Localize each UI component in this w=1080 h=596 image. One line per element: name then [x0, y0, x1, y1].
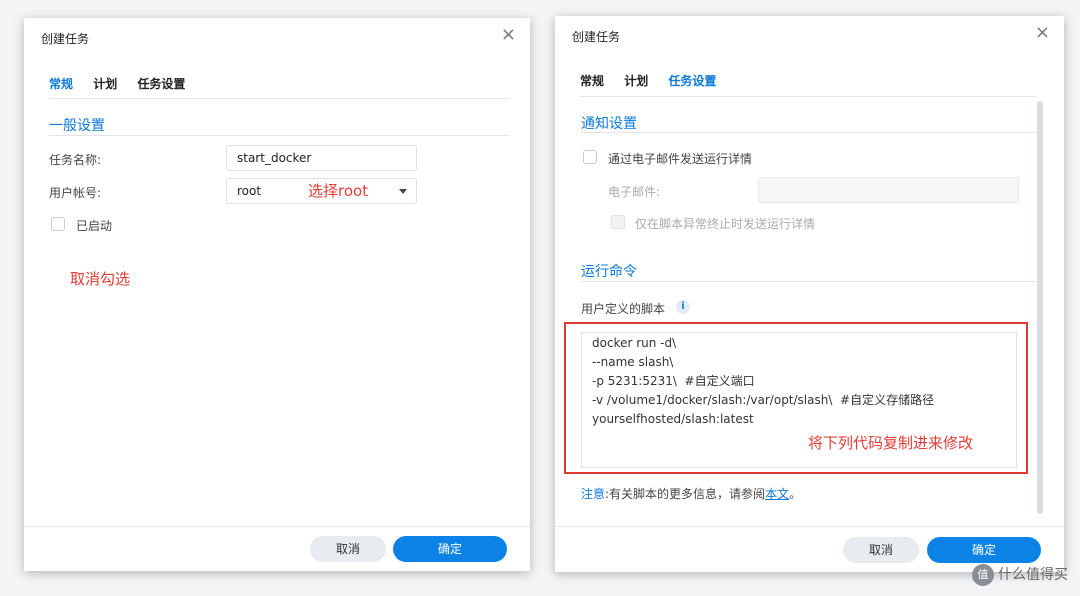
note-end: 。 [789, 487, 802, 501]
script-note: 注意:有关脚本的更多信息，请参阅本文。 [581, 485, 801, 502]
email-details-label: 通过电子邮件发送运行详情 [608, 152, 753, 166]
section-divider [581, 281, 1036, 282]
enabled-checkbox[interactable] [51, 217, 65, 231]
annotation-copy-code: 将下列代码复制进来修改 [808, 434, 974, 452]
tab-general[interactable]: 常规 [580, 74, 604, 88]
footer-divider [24, 526, 530, 527]
create-task-dialog-right: 创建任务 × 常规 计划 任务设置 通知设置 通过电子邮件发送运行详情 电子邮件… [555, 16, 1064, 572]
scrollbar[interactable] [1037, 101, 1043, 514]
tab-divider [580, 96, 1036, 97]
email-input[interactable] [758, 177, 1019, 203]
footer-divider [555, 526, 1064, 527]
tab-task-settings[interactable]: 任务设置 [668, 74, 716, 88]
create-task-dialog-left: 创建任务 × 常规 计划 任务设置 一般设置 任务名称: start_docke… [24, 18, 530, 571]
tab-task-settings[interactable]: 任务设置 [137, 77, 185, 91]
dialog-title: 创建任务 [41, 32, 90, 46]
info-icon[interactable]: i [676, 300, 690, 314]
watermark-text: 什么值得买 [998, 567, 1068, 583]
note-text: :有关脚本的更多信息，请参阅 [605, 487, 766, 501]
watermark-logo-icon: 值 [972, 564, 994, 586]
close-icon[interactable]: × [1035, 24, 1050, 42]
tab-bar: 常规 计划 任务设置 [49, 75, 201, 92]
annotation-select-root: 选择root [308, 182, 369, 200]
abnormal-only-checkbox[interactable] [611, 215, 625, 229]
tab-divider [49, 98, 510, 99]
section-divider [49, 135, 510, 136]
tab-general[interactable]: 常规 [49, 77, 73, 91]
section-notification-settings: 通知设置 [581, 116, 637, 132]
tab-bar: 常规 计划 任务设置 [580, 72, 732, 89]
tab-schedule[interactable]: 计划 [93, 77, 117, 91]
user-account-label: 用户帐号: [49, 186, 102, 200]
email-details-checkbox[interactable] [583, 150, 597, 164]
ok-button[interactable]: 确定 [927, 537, 1041, 563]
abnormal-only-label: 仅在脚本异常终止时发送运行详情 [635, 217, 816, 231]
section-run-command: 运行命令 [581, 264, 637, 280]
email-label: 电子邮件: [608, 185, 661, 199]
annotation-uncheck: 取消勾选 [70, 270, 131, 288]
watermark: 值什么值得买 [972, 564, 1068, 586]
section-divider [581, 132, 1036, 133]
ok-button[interactable]: 确定 [393, 536, 507, 562]
user-script-label: 用户定义的脚本 [581, 302, 666, 316]
tab-schedule[interactable]: 计划 [624, 74, 648, 88]
chevron-down-icon [399, 189, 407, 194]
task-name-label: 任务名称: [49, 153, 102, 167]
user-account-value: root [237, 184, 262, 198]
cancel-button[interactable]: 取消 [843, 537, 919, 563]
note-prefix: 注意 [581, 487, 606, 501]
note-link[interactable]: 本文 [765, 487, 789, 501]
enabled-label: 已启动 [76, 219, 113, 233]
close-icon[interactable]: × [501, 26, 516, 44]
dialog-title: 创建任务 [572, 30, 621, 44]
cancel-button[interactable]: 取消 [310, 536, 386, 562]
task-name-input[interactable]: start_docker [226, 145, 417, 171]
section-general-settings: 一般设置 [49, 118, 105, 134]
